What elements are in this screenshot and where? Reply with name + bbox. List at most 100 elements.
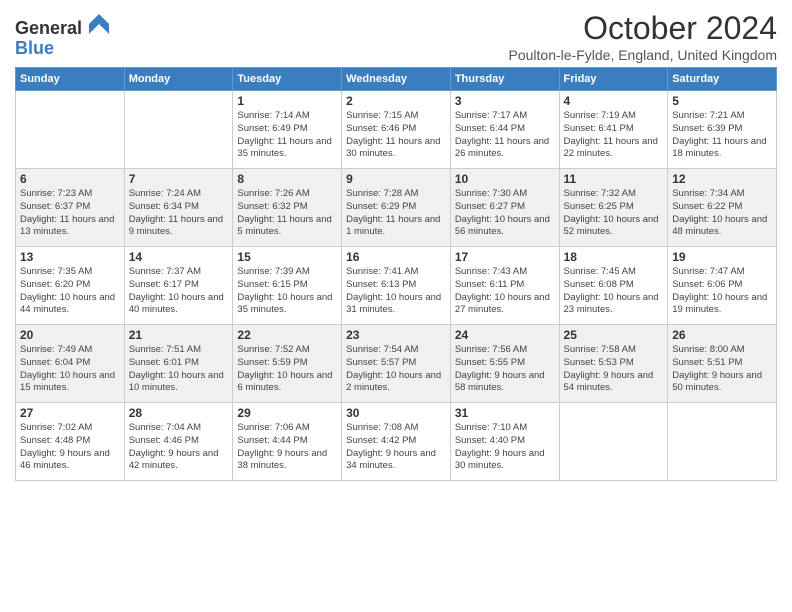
- day-number: 4: [564, 94, 664, 108]
- day-info: Sunrise: 7:24 AM Sunset: 6:34 PM Dayligh…: [129, 188, 229, 239]
- day-number: 24: [455, 328, 555, 342]
- calendar-cell: 31Sunrise: 7:10 AM Sunset: 4:40 PM Dayli…: [450, 403, 559, 481]
- calendar-cell: 21 Sunrise: 7:51 AM Sunset: 6:01 PM Dayli…: [124, 325, 233, 403]
- calendar-cell: 19 Sunrise: 7:47 AM Sunset: 6:06 PM Dayli…: [668, 247, 777, 325]
- calendar-cell: 5 Sunrise: 7:21 AM Sunset: 6:39 PM Daylig…: [668, 91, 777, 169]
- day-info: Sunrise: 7:14 AM Sunset: 6:49 PM Dayligh…: [237, 110, 337, 161]
- day-header-friday: Friday: [559, 68, 668, 91]
- day-header-wednesday: Wednesday: [342, 68, 451, 91]
- day-number: 17: [455, 250, 555, 264]
- calendar-week-row: 6 Sunrise: 7:23 AM Sunset: 6:37 PM Daylig…: [16, 169, 777, 247]
- calendar-cell: [124, 91, 233, 169]
- month-title: October 2024: [509, 10, 778, 47]
- day-number: 8: [237, 172, 337, 186]
- day-number: 10: [455, 172, 555, 186]
- calendar-cell: [559, 403, 668, 481]
- day-info: Sunrise: 7:02 AM Sunset: 4:48 PM Dayligh…: [20, 422, 120, 473]
- calendar-week-row: 20 Sunrise: 7:49 AM Sunset: 6:04 PM Dayli…: [16, 325, 777, 403]
- calendar-cell: 4Sunrise: 7:19 AM Sunset: 6:41 PM Daylig…: [559, 91, 668, 169]
- day-number: 3: [455, 94, 555, 108]
- day-info: Sunrise: 7:06 AM Sunset: 4:44 PM Dayligh…: [237, 422, 337, 473]
- day-info: Sunrise: 7:30 AM Sunset: 6:27 PM Dayligh…: [455, 188, 555, 239]
- calendar-cell: 27Sunrise: 7:02 AM Sunset: 4:48 PM Dayli…: [16, 403, 125, 481]
- logo-blue: Blue: [15, 38, 54, 58]
- day-info: Sunrise: 7:26 AM Sunset: 6:32 PM Dayligh…: [237, 188, 337, 239]
- day-number: 1: [237, 94, 337, 108]
- day-number: 14: [129, 250, 229, 264]
- calendar-cell: 23Sunrise: 7:54 AM Sunset: 5:57 PM Dayli…: [342, 325, 451, 403]
- calendar-cell: [16, 91, 125, 169]
- logo-icon: [89, 14, 109, 34]
- day-info: Sunrise: 7:23 AM Sunset: 6:37 PM Dayligh…: [20, 188, 120, 239]
- calendar-cell: 10 Sunrise: 7:30 AM Sunset: 6:27 PM Dayli…: [450, 169, 559, 247]
- day-info: Sunrise: 7:08 AM Sunset: 4:42 PM Dayligh…: [346, 422, 446, 473]
- calendar-cell: 24 Sunrise: 7:56 AM Sunset: 5:55 PM Dayli…: [450, 325, 559, 403]
- day-info: Sunrise: 7:34 AM Sunset: 6:22 PM Dayligh…: [672, 188, 772, 239]
- day-number: 12: [672, 172, 772, 186]
- page-container: General Blue October 2024 Poulton-le-Fyl…: [0, 0, 792, 491]
- day-info: Sunrise: 7:35 AM Sunset: 6:20 PM Dayligh…: [20, 266, 120, 317]
- day-info: Sunrise: 7:28 AM Sunset: 6:29 PM Dayligh…: [346, 188, 446, 239]
- day-number: 18: [564, 250, 664, 264]
- calendar-cell: 30 Sunrise: 7:08 AM Sunset: 4:42 PM Dayli…: [342, 403, 451, 481]
- day-number: 28: [129, 406, 229, 420]
- day-info: Sunrise: 7:47 AM Sunset: 6:06 PM Dayligh…: [672, 266, 772, 317]
- day-info: Sunrise: 7:43 AM Sunset: 6:11 PM Dayligh…: [455, 266, 555, 317]
- calendar-cell: 28Sunrise: 7:04 AM Sunset: 4:46 PM Dayli…: [124, 403, 233, 481]
- day-info: Sunrise: 7:45 AM Sunset: 6:08 PM Dayligh…: [564, 266, 664, 317]
- day-number: 26: [672, 328, 772, 342]
- calendar-week-row: 27Sunrise: 7:02 AM Sunset: 4:48 PM Dayli…: [16, 403, 777, 481]
- day-info: Sunrise: 7:32 AM Sunset: 6:25 PM Dayligh…: [564, 188, 664, 239]
- day-number: 13: [20, 250, 120, 264]
- day-info: Sunrise: 7:17 AM Sunset: 6:44 PM Dayligh…: [455, 110, 555, 161]
- day-info: Sunrise: 7:49 AM Sunset: 6:04 PM Dayligh…: [20, 344, 120, 395]
- day-number: 16: [346, 250, 446, 264]
- day-number: 29: [237, 406, 337, 420]
- location-subtitle: Poulton-le-Fylde, England, United Kingdo…: [509, 47, 778, 63]
- calendar-cell: 6 Sunrise: 7:23 AM Sunset: 6:37 PM Daylig…: [16, 169, 125, 247]
- calendar-cell: 16 Sunrise: 7:41 AM Sunset: 6:13 PM Dayli…: [342, 247, 451, 325]
- day-number: 7: [129, 172, 229, 186]
- day-number: 5: [672, 94, 772, 108]
- day-info: Sunrise: 7:39 AM Sunset: 6:15 PM Dayligh…: [237, 266, 337, 317]
- header: General Blue October 2024 Poulton-le-Fyl…: [15, 10, 777, 63]
- day-number: 25: [564, 328, 664, 342]
- calendar-header-row: SundayMondayTuesdayWednesdayThursdayFrid…: [16, 68, 777, 91]
- day-number: 30: [346, 406, 446, 420]
- day-number: 21: [129, 328, 229, 342]
- calendar-cell: 15Sunrise: 7:39 AM Sunset: 6:15 PM Dayli…: [233, 247, 342, 325]
- logo: General Blue: [15, 14, 109, 59]
- calendar-cell: 9 Sunrise: 7:28 AM Sunset: 6:29 PM Daylig…: [342, 169, 451, 247]
- day-header-monday: Monday: [124, 68, 233, 91]
- day-number: 11: [564, 172, 664, 186]
- day-info: Sunrise: 7:51 AM Sunset: 6:01 PM Dayligh…: [129, 344, 229, 395]
- calendar-week-row: 1 Sunrise: 7:14 AM Sunset: 6:49 PM Daylig…: [16, 91, 777, 169]
- calendar-cell: 20 Sunrise: 7:49 AM Sunset: 6:04 PM Dayli…: [16, 325, 125, 403]
- calendar-cell: 11 Sunrise: 7:32 AM Sunset: 6:25 PM Dayli…: [559, 169, 668, 247]
- calendar-cell: [668, 403, 777, 481]
- day-number: 31: [455, 406, 555, 420]
- calendar-cell: 25Sunrise: 7:58 AM Sunset: 5:53 PM Dayli…: [559, 325, 668, 403]
- day-info: Sunrise: 7:41 AM Sunset: 6:13 PM Dayligh…: [346, 266, 446, 317]
- day-number: 23: [346, 328, 446, 342]
- day-number: 19: [672, 250, 772, 264]
- day-info: Sunrise: 7:52 AM Sunset: 5:59 PM Dayligh…: [237, 344, 337, 395]
- calendar-cell: 17 Sunrise: 7:43 AM Sunset: 6:11 PM Dayli…: [450, 247, 559, 325]
- day-info: Sunrise: 7:21 AM Sunset: 6:39 PM Dayligh…: [672, 110, 772, 161]
- day-header-tuesday: Tuesday: [233, 68, 342, 91]
- calendar-cell: 12 Sunrise: 7:34 AM Sunset: 6:22 PM Dayli…: [668, 169, 777, 247]
- calendar-cell: 22 Sunrise: 7:52 AM Sunset: 5:59 PM Dayli…: [233, 325, 342, 403]
- calendar-cell: 26 Sunrise: 8:00 AM Sunset: 5:51 PM Dayli…: [668, 325, 777, 403]
- day-number: 6: [20, 172, 120, 186]
- calendar-cell: 18 Sunrise: 7:45 AM Sunset: 6:08 PM Dayli…: [559, 247, 668, 325]
- calendar-cell: 29 Sunrise: 7:06 AM Sunset: 4:44 PM Dayli…: [233, 403, 342, 481]
- calendar-cell: 13 Sunrise: 7:35 AM Sunset: 6:20 PM Dayli…: [16, 247, 125, 325]
- day-info: Sunrise: 8:00 AM Sunset: 5:51 PM Dayligh…: [672, 344, 772, 395]
- day-number: 20: [20, 328, 120, 342]
- day-header-saturday: Saturday: [668, 68, 777, 91]
- day-info: Sunrise: 7:56 AM Sunset: 5:55 PM Dayligh…: [455, 344, 555, 395]
- day-info: Sunrise: 7:15 AM Sunset: 6:46 PM Dayligh…: [346, 110, 446, 161]
- day-number: 9: [346, 172, 446, 186]
- day-number: 22: [237, 328, 337, 342]
- calendar-cell: 8 Sunrise: 7:26 AM Sunset: 6:32 PM Daylig…: [233, 169, 342, 247]
